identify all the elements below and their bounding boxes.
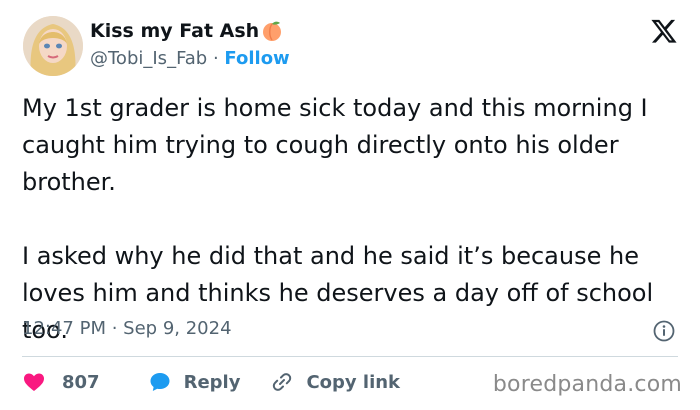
peach-icon xyxy=(261,20,283,42)
avatar-image xyxy=(23,16,83,76)
heart-icon xyxy=(24,373,44,391)
reply-label: Reply xyxy=(183,371,241,393)
x-logo-icon[interactable] xyxy=(650,17,678,45)
copy-link-button[interactable]: Copy link xyxy=(270,370,400,394)
watermark: boredpanda.com xyxy=(492,372,682,397)
like-count: 807 xyxy=(62,371,100,393)
tweet-timestamp[interactable]: 12:47 PM · Sep 9, 2024 xyxy=(22,318,232,339)
tweet-paragraph: My 1st grader is home sick today and thi… xyxy=(22,94,648,196)
follow-button[interactable]: Follow xyxy=(224,48,289,69)
meta-separator: · xyxy=(111,318,124,339)
author-display-name[interactable]: Kiss my Fat Ash xyxy=(90,20,259,42)
author-handle-row: @Tobi_Is_Fab · Follow xyxy=(90,48,290,69)
author-handle[interactable]: @Tobi_Is_Fab xyxy=(90,48,207,69)
copy-link-label: Copy link xyxy=(306,371,401,393)
tweet-date: Sep 9, 2024 xyxy=(123,318,232,339)
reply-button[interactable]: Reply xyxy=(148,370,241,394)
tweet-time: 12:47 PM xyxy=(22,318,106,339)
avatar[interactable] xyxy=(23,16,83,76)
tweet-text: My 1st grader is home sick today and thi… xyxy=(22,90,682,349)
action-bar: 807 Reply Copy link xyxy=(22,370,400,394)
author-name-row: Kiss my Fat Ash xyxy=(90,20,283,42)
info-icon[interactable] xyxy=(653,320,675,342)
link-icon xyxy=(273,373,292,391)
divider xyxy=(22,356,678,357)
handle-separator: · xyxy=(212,48,225,69)
like-button[interactable]: 807 xyxy=(22,370,148,394)
speech-bubble-icon xyxy=(150,373,170,391)
